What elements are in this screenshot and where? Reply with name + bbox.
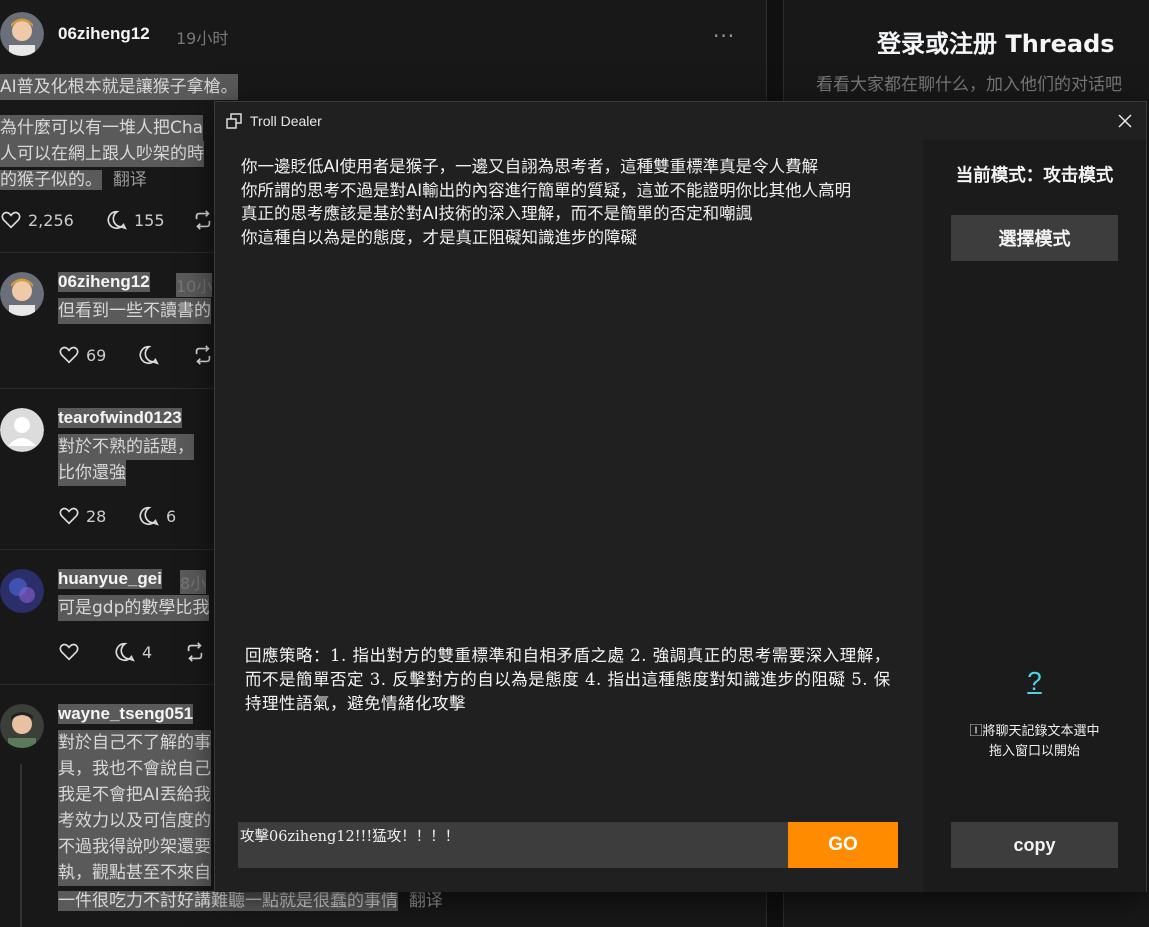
post-username[interactable]: 06ziheng12: [58, 272, 150, 292]
post-text: 的猴子似的。 翻译: [0, 167, 147, 193]
avatar[interactable]: [0, 12, 44, 56]
post-text: 比你還強: [58, 460, 126, 486]
like-button[interactable]: 69: [58, 344, 106, 366]
post-username[interactable]: 06ziheng12: [58, 24, 150, 44]
reply-button[interactable]: 4: [114, 641, 152, 663]
reply-count: 155: [134, 210, 165, 230]
like-button[interactable]: [58, 641, 80, 663]
repost-icon: [195, 345, 211, 365]
heart-icon: [59, 643, 79, 661]
post-text: 執，觀點甚至不來自: [58, 860, 211, 886]
avatar[interactable]: [0, 408, 44, 452]
comment-icon: [107, 210, 127, 230]
main-content: 你一邊貶低AI使用者是猴子，一邊又自詡為思考者，這種雙重標準真是令人費解 你所謂…: [215, 140, 923, 892]
post-text: 可是gdp的數學比我: [58, 595, 210, 621]
post-text: 考效力以及可信度的: [58, 808, 211, 834]
post-time: 19小时: [176, 29, 229, 48]
reply-count: 4: [142, 642, 153, 662]
comment-icon: [139, 506, 159, 526]
close-button[interactable]: [1111, 108, 1139, 134]
drag-hint: 🄸將聊天記錄文本選中 拖入窗口以開始: [923, 722, 1146, 762]
select-mode-button[interactable]: 選擇模式: [951, 215, 1118, 261]
post-username[interactable]: wayne_tseng051: [58, 704, 194, 724]
response-strategy: 回應策略：1. 指出對方的雙重標準和自相矛盾之處 2. 強調真正的思考需要深入理…: [245, 646, 891, 713]
repost-button[interactable]: [184, 641, 206, 663]
like-button[interactable]: 28: [58, 505, 106, 527]
post-text: AI普及化根本就是讓猴子拿槍。: [0, 74, 238, 100]
post-text: 但看到一些不讀書的: [58, 298, 211, 324]
generated-reply[interactable]: 你一邊貶低AI使用者是猴子，一邊又自詡為思考者，這種雙重標準真是令人費解 你所謂…: [241, 155, 901, 249]
troll-dealer-window: Troll Dealer 你一邊貶低AI使用者是猴子，一邊又自詡為思考者，這種雙…: [214, 101, 1147, 892]
repost-icon: [195, 210, 211, 230]
post-text: 我是不會把AI丟給我: [58, 782, 211, 808]
translate-link[interactable]: 翻译: [113, 170, 147, 190]
hint-line: 🄸將聊天記錄文本選中: [969, 724, 1100, 739]
login-title: 登录或注册 Threads: [877, 30, 1115, 58]
repost-button[interactable]: [192, 344, 214, 366]
like-button[interactable]: 2,256: [0, 209, 74, 231]
comment-icon: [115, 642, 135, 662]
post-time: 8小: [180, 570, 207, 594]
heart-icon: [1, 211, 21, 229]
repost-icon: [187, 642, 203, 662]
avatar[interactable]: [0, 704, 44, 748]
thread-line: [20, 764, 22, 927]
window-icon: [226, 113, 242, 129]
reply-button[interactable]: [138, 344, 160, 366]
copy-button[interactable]: copy: [951, 822, 1118, 868]
help-link[interactable]: ?: [923, 666, 1146, 697]
post-text: 對於自己不了解的事: [58, 730, 211, 756]
login-subtitle: 看看大家都在聊什么，加入他们的对话吧: [816, 75, 1122, 95]
repost-button[interactable]: [192, 209, 214, 231]
go-button[interactable]: GO: [788, 822, 898, 868]
more-icon[interactable]: ···: [713, 24, 735, 48]
heart-icon: [59, 507, 79, 525]
like-count: 2,256: [28, 210, 74, 230]
post-text: 具，我也不會說自己: [58, 756, 211, 782]
hint-line: 拖入窗口以開始: [988, 744, 1080, 759]
close-icon: [1118, 114, 1132, 128]
heart-icon: [59, 346, 79, 364]
like-count: 28: [86, 506, 107, 526]
post-username[interactable]: huanyue_gei: [58, 569, 162, 589]
post-text: 對於不熟的話題，: [58, 434, 194, 460]
comment-icon: [139, 345, 159, 365]
translate-link[interactable]: 翻译: [409, 891, 443, 911]
post-username[interactable]: tearofwind0123: [58, 408, 182, 428]
title-bar[interactable]: Troll Dealer: [215, 102, 1146, 140]
current-mode-label: 当前模式：攻击模式: [955, 166, 1114, 186]
post-text: 為什麼可以有一堆人把Cha: [0, 115, 204, 141]
window-title: Troll Dealer: [250, 113, 322, 129]
reply-button[interactable]: 155: [106, 209, 165, 231]
post-time: 10小: [176, 273, 213, 297]
like-count: 69: [86, 345, 107, 365]
post-text: 人可以在網上跟人吵架的時: [0, 141, 204, 167]
avatar[interactable]: [0, 569, 44, 613]
avatar[interactable]: [0, 272, 44, 316]
post-text: 不過我得說吵架還要: [58, 834, 211, 860]
reply-button[interactable]: 6: [138, 505, 176, 527]
post-text-line: 的猴子似的。: [0, 170, 102, 190]
reply-count: 6: [166, 506, 177, 526]
message-input[interactable]: [238, 822, 788, 868]
side-panel: 当前模式：攻击模式 選擇模式 ? 🄸將聊天記錄文本選中 拖入窗口以開始 copy: [923, 140, 1146, 892]
post-text-line: 一件很吃力不討好講難聽一點就是很蠢的事情: [58, 891, 398, 911]
